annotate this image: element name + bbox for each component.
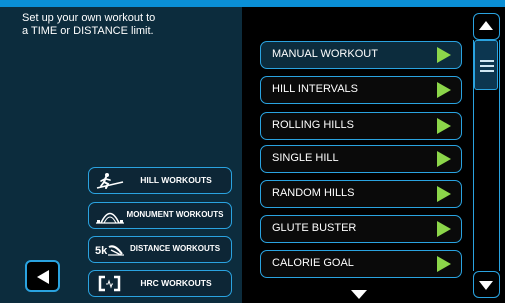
workout-item-label: RANDOM HILLS	[272, 187, 355, 199]
hrc-workouts-label: HRC WORKOUTS	[140, 278, 212, 288]
5k-icon-text: 5k	[95, 245, 108, 257]
play-icon	[437, 256, 451, 272]
workout-item-random-hills[interactable]: RANDOM HILLS	[260, 180, 462, 208]
hill-runner-icon	[96, 173, 124, 189]
monument-workouts-label: MONUMENT WORKOUTS	[126, 210, 224, 219]
play-icon	[437, 47, 451, 63]
back-button[interactable]	[25, 260, 60, 292]
5k-runner-icon: 5k	[95, 245, 124, 257]
workout-item-manual-workout[interactable]: MANUAL WORKOUT	[260, 41, 462, 69]
top-accent-bar	[0, 0, 505, 7]
play-icon	[437, 82, 451, 98]
play-icon	[437, 186, 451, 202]
monument-arch-icon	[96, 212, 124, 224]
grip-line	[480, 65, 494, 67]
workout-item-label: ROLLING HILLS	[272, 119, 354, 131]
back-arrow-icon	[37, 270, 49, 284]
workout-item-label: SINGLE HILL	[272, 152, 339, 164]
workout-item-label: MANUAL WORKOUT	[272, 48, 378, 60]
distance-workouts-label: DISTANCE WORKOUTS	[129, 244, 221, 253]
instructions-line-1: Set up your own workout to	[22, 12, 156, 24]
workout-item-label: GLUTE BUSTER	[272, 222, 357, 234]
distance-workouts-button[interactable]: 5k DISTANCE WORKOUTS	[88, 236, 232, 263]
instructions-line-2: a TIME or DISTANCE limit.	[22, 25, 154, 37]
heart-rate-brackets-icon	[98, 275, 121, 292]
workout-item-glute-buster[interactable]: GLUTE BUSTER	[260, 215, 462, 243]
chevron-up-icon	[479, 21, 493, 30]
chevron-down-icon	[479, 281, 493, 290]
scroll-down-button[interactable]	[473, 271, 500, 298]
play-icon	[437, 221, 451, 237]
hill-workouts-label: HILL WORKOUTS	[140, 175, 212, 185]
workout-item-hill-intervals[interactable]: HILL INTERVALS	[260, 76, 462, 104]
workout-item-label: HILL INTERVALS	[272, 83, 358, 95]
workout-item-single-hill[interactable]: SINGLE HILL	[260, 145, 462, 173]
grip-line	[480, 70, 494, 72]
hrc-workouts-button[interactable]: HRC WORKOUTS	[88, 270, 232, 297]
scroll-up-button[interactable]	[473, 13, 500, 40]
more-below-arrow-icon	[351, 290, 367, 299]
workout-list-scrollbar[interactable]	[473, 13, 500, 299]
play-icon	[437, 118, 451, 134]
workout-item-label: CALORIE GOAL	[272, 257, 354, 269]
play-icon	[437, 151, 451, 167]
hill-workouts-button[interactable]: HILL WORKOUTS	[88, 167, 232, 194]
scroll-track[interactable]	[473, 40, 500, 271]
monument-workouts-button[interactable]: MONUMENT WORKOUTS	[88, 202, 232, 229]
workout-item-rolling-hills[interactable]: ROLLING HILLS	[260, 112, 462, 140]
scroll-thumb[interactable]	[474, 40, 498, 90]
grip-line	[480, 60, 494, 62]
instructions-text: Set up your own workout to a TIME or DIS…	[22, 12, 222, 38]
workout-item-calorie-goal[interactable]: CALORIE GOAL	[260, 250, 462, 278]
